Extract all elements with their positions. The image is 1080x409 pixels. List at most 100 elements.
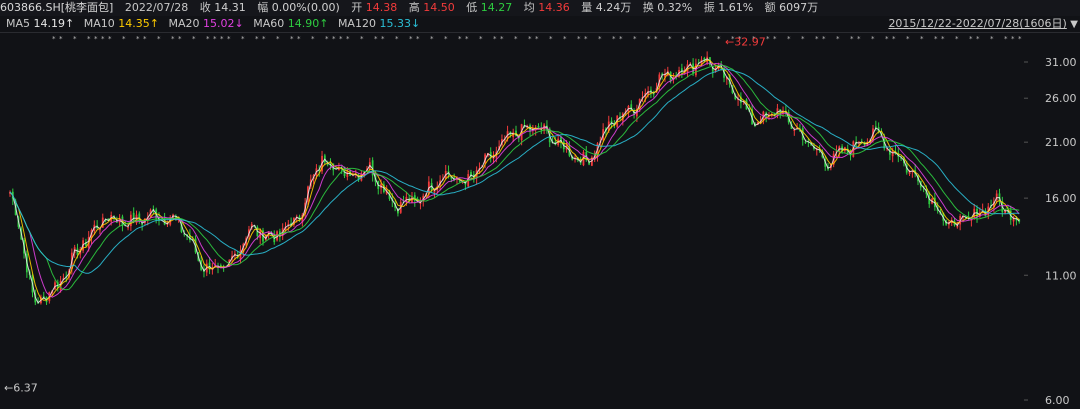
- annotations-layer: ←32.97 ←6.37: [4, 35, 766, 394]
- event-marker: *: [87, 35, 91, 43]
- event-marker: *: [122, 35, 126, 43]
- date-range-selector[interactable]: 2015/12/22-2022/07/28(1606日) ▼: [888, 16, 1080, 33]
- event-marker: *: [703, 35, 707, 43]
- event-marker: *: [157, 35, 161, 43]
- amplitude-value: 1.61%: [718, 1, 754, 14]
- event-marker: *: [850, 35, 854, 43]
- close-value: 14.31: [214, 1, 246, 14]
- event-marker: *: [654, 35, 658, 43]
- event-marker: *: [1018, 35, 1022, 43]
- ma60-line: [9, 64, 1020, 291]
- event-marker: *: [822, 35, 826, 43]
- event-marker: *: [206, 35, 210, 43]
- event-marker: *: [94, 35, 98, 43]
- event-marker: *: [766, 35, 770, 43]
- y-axis: 31.00 26.00 21.00 16.00 11.00 6.00: [1024, 56, 1077, 407]
- turnover-label: 换: [642, 1, 654, 14]
- event-marker: *: [108, 35, 112, 43]
- high-label: 高: [408, 1, 420, 14]
- candles-layer: [9, 51, 1021, 306]
- candle-body: [127, 227, 129, 229]
- ma20-value: 15.02↓: [202, 17, 244, 30]
- event-marker: *: [479, 35, 483, 43]
- ma10-label: MA10: [83, 17, 115, 30]
- event-marker: *: [549, 35, 553, 43]
- y-tick-label: 26.00: [1045, 92, 1077, 105]
- ma60-value: 14.90↑: [287, 17, 329, 30]
- date-range-text: 2015/12/22-2022/07/28(1606日): [888, 17, 1067, 30]
- event-marker: *: [213, 35, 217, 43]
- dropdown-triangle-icon: ▼: [1070, 19, 1078, 30]
- amount-label: 额: [764, 1, 776, 14]
- event-marker: *: [836, 35, 840, 43]
- event-marker: *: [906, 35, 910, 43]
- candlestick-chart: 31.0026.0021.0016.0011.006.00 * * * * * * * * * *…: [4, 35, 1077, 407]
- open-label: 开: [351, 1, 363, 14]
- event-marker: *: [885, 35, 889, 43]
- event-marker: *: [801, 35, 805, 43]
- event-marker: *: [227, 35, 231, 43]
- event-marker: *: [493, 35, 497, 43]
- event-marker: *: [976, 35, 980, 43]
- event-marker: *: [346, 35, 350, 43]
- y-tick-label: 31.00: [1045, 56, 1077, 69]
- event-markers: * * * * * * * * * * * * * * * * * * * * * * * * * * * * * * * * * * * * * * * *…: [52, 35, 1022, 43]
- candle-body: [874, 126, 877, 128]
- candle-body: [804, 141, 807, 143]
- event-marker: *: [682, 35, 686, 43]
- ma120-value: 15.33↓: [379, 17, 421, 30]
- event-marker: *: [500, 35, 504, 43]
- y-tick-label: 21.00: [1045, 136, 1077, 149]
- event-marker: *: [171, 35, 175, 43]
- avg-value: 14.36: [538, 1, 570, 14]
- open-value: 14.38: [365, 1, 398, 14]
- event-marker: *: [465, 35, 469, 43]
- volume-label: 量: [581, 1, 593, 14]
- event-marker: *: [773, 35, 777, 43]
- y-tick-label: 16.00: [1045, 192, 1077, 205]
- event-marker: *: [220, 35, 224, 43]
- event-marker: *: [136, 35, 140, 43]
- ma5-label: MA5: [6, 17, 31, 30]
- event-marker: *: [339, 35, 343, 43]
- event-marker: *: [934, 35, 938, 43]
- event-marker: *: [871, 35, 875, 43]
- event-marker: *: [857, 35, 861, 43]
- event-marker: *: [101, 35, 105, 43]
- stock-code: 603866.SH[桃李面包]: [0, 1, 114, 14]
- event-marker: *: [360, 35, 364, 43]
- candle-body: [793, 130, 796, 132]
- change-label: 幅: [257, 1, 269, 14]
- event-marker: *: [178, 35, 182, 43]
- candle-body: [652, 93, 655, 95]
- event-marker: *: [290, 35, 294, 43]
- event-marker: *: [619, 35, 623, 43]
- event-marker: *: [381, 35, 385, 43]
- moving-averages-layer: [9, 58, 1020, 304]
- ma60-label: MA60: [253, 17, 285, 30]
- event-marker: *: [311, 35, 315, 43]
- event-marker: *: [990, 35, 994, 43]
- event-marker: *: [1011, 35, 1015, 43]
- low-value: 14.27: [480, 1, 513, 14]
- event-marker: *: [647, 35, 651, 43]
- volume-value: 4.24万: [595, 1, 632, 14]
- y-tick-label: 11.00: [1045, 269, 1077, 282]
- y-tick-label: 6.00: [1045, 394, 1070, 407]
- candle-body: [99, 229, 101, 231]
- ma5-value: 14.19↑: [33, 17, 75, 30]
- ma10-line: [9, 59, 1020, 301]
- event-marker: *: [969, 35, 973, 43]
- event-marker: *: [787, 35, 791, 43]
- candle-body: [132, 212, 135, 222]
- low-label: 低: [466, 1, 478, 14]
- event-marker: *: [717, 35, 721, 43]
- event-marker: *: [514, 35, 518, 43]
- event-marker: *: [416, 35, 420, 43]
- event-marker: *: [612, 35, 616, 43]
- close-label: 收: [199, 1, 211, 14]
- quote-date: 2022/07/28: [124, 1, 189, 14]
- event-marker: *: [430, 35, 434, 43]
- event-marker: *: [598, 35, 602, 43]
- max-price-label: ←32.97: [725, 35, 766, 48]
